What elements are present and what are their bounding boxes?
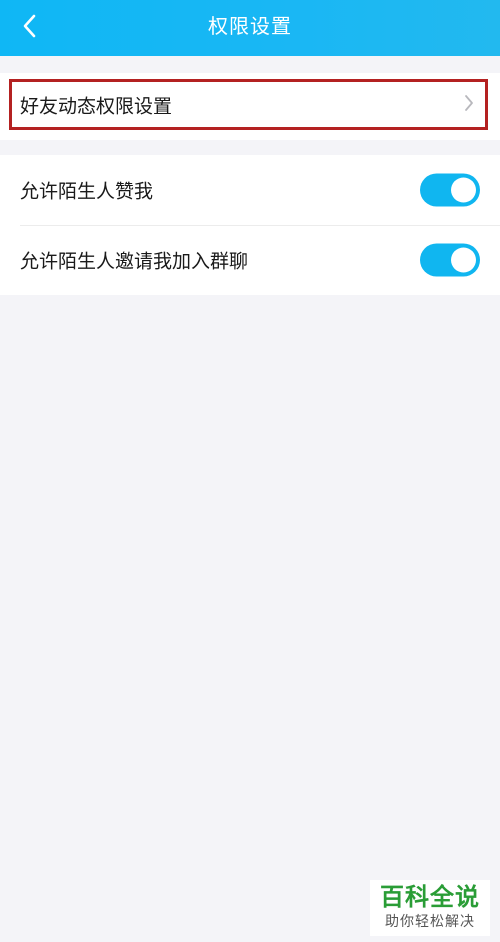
toggle-knob <box>451 177 476 203</box>
stranger-permissions-section: 允许陌生人赞我 允许陌生人邀请我加入群聊 <box>0 155 500 295</box>
friend-moments-permission-item[interactable]: 好友动态权限设置 <box>9 79 488 130</box>
allow-stranger-group-invite-item[interactable]: 允许陌生人邀请我加入群聊 <box>0 225 500 295</box>
app-header: 权限设置 <box>0 0 500 56</box>
chevron-right-icon <box>463 93 475 117</box>
toggle-knob <box>451 247 476 273</box>
allow-stranger-group-invite-label: 允许陌生人邀请我加入群聊 <box>20 250 249 273</box>
allow-stranger-like-item[interactable]: 允许陌生人赞我 <box>0 155 500 225</box>
allow-stranger-group-invite-toggle[interactable] <box>420 243 480 277</box>
friend-settings-section: 好友动态权限设置 <box>0 73 500 140</box>
watermark-logo: 百科全说 助你轻松解决 <box>370 880 490 936</box>
allow-stranger-like-toggle[interactable] <box>420 173 480 207</box>
friend-moments-permission-label: 好友动态权限设置 <box>20 95 173 117</box>
allow-stranger-like-label: 允许陌生人赞我 <box>20 180 154 203</box>
watermark-title: 百科全说 <box>380 883 480 911</box>
watermark-subtitle: 助你轻松解决 <box>385 914 475 930</box>
page-title: 权限设置 <box>208 14 292 38</box>
